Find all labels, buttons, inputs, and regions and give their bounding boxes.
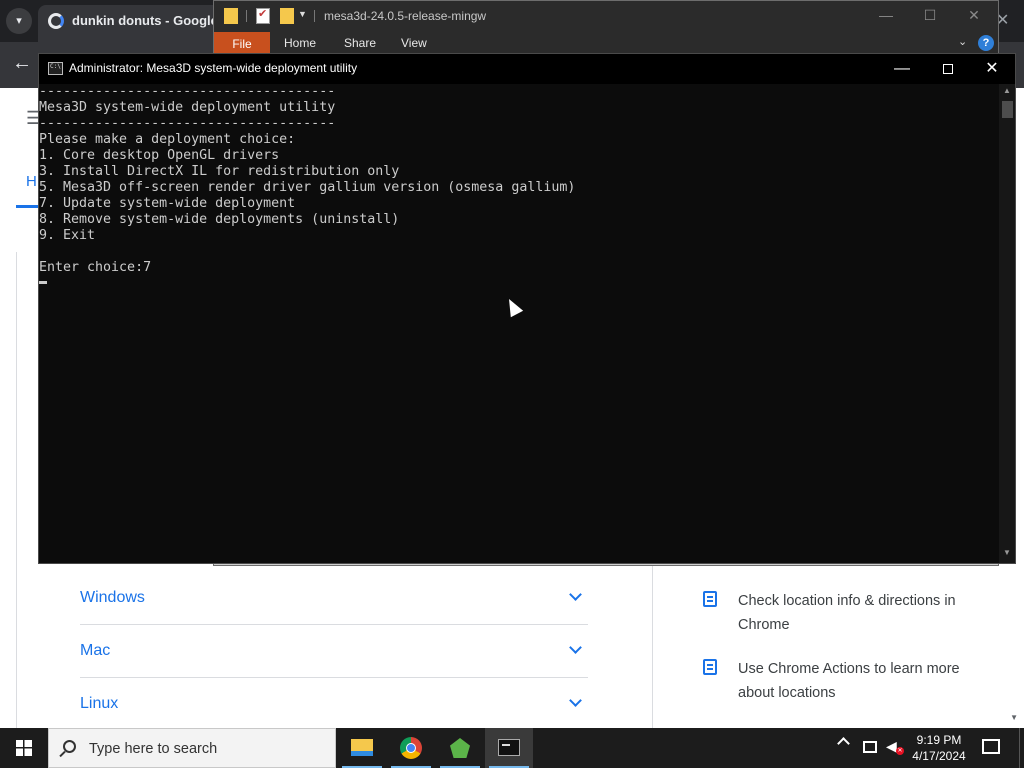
accordion-label: Linux (80, 695, 119, 712)
command-prompt-window: Administrator: Mesa3D system-wide deploy… (38, 53, 1016, 564)
folder-icon (224, 8, 238, 24)
chevron-down-icon (569, 694, 582, 707)
scrollbar-thumb[interactable] (1002, 101, 1013, 118)
chevron-down-icon (569, 641, 582, 654)
ribbon-tab-share[interactable]: Share (344, 36, 376, 50)
console-line: ------------------------------------- (39, 84, 336, 99)
scroll-up-arrow-icon[interactable]: ▲ (999, 86, 1015, 95)
explorer-title-bar: ▼ mesa3d-24.0.5-release-mingw — ☐ ✕ (214, 1, 998, 32)
mesa3d-icon (450, 738, 470, 758)
minimize-button[interactable]: — (890, 58, 914, 80)
chrome-icon (400, 737, 422, 759)
platform-accordion: Windows Mac Linux (80, 572, 588, 731)
divider (314, 10, 315, 22)
related-link-text: Check location info & directions in Chro… (738, 593, 956, 633)
back-arrow-icon[interactable]: ← (12, 52, 32, 75)
console-line: 1. Core desktop OpenGL drivers (39, 148, 280, 163)
page-card-border (16, 252, 17, 728)
related-links-panel: Check location info & directions in Chro… (652, 565, 1024, 728)
related-link-text: Use Chrome Actions to learn more about l… (738, 661, 960, 701)
tab-search-button[interactable]: ▾ (6, 8, 32, 34)
text-cursor (39, 281, 47, 284)
console-line: 7. Update system-wide deployment (39, 196, 296, 211)
console-window-title: Administrator: Mesa3D system-wide deploy… (69, 61, 358, 75)
windows-logo-icon (16, 740, 32, 756)
scroll-down-arrow-icon[interactable]: ▼ (1010, 713, 1018, 722)
console-scrollbar[interactable]: ▲ ▼ (999, 84, 1015, 563)
command-prompt-icon (498, 739, 520, 756)
accordion-item-windows[interactable]: Windows (80, 572, 588, 625)
taskbar-file-explorer[interactable] (338, 728, 386, 768)
console-line: 9. Exit (39, 228, 96, 243)
google-favicon-icon (48, 13, 64, 29)
properties-icon[interactable] (256, 7, 270, 24)
console-line: Enter choice:7 (39, 260, 152, 275)
taskbar-search-box[interactable]: Type here to search (48, 728, 336, 768)
help-icon[interactable]: ? (978, 35, 994, 51)
taskbar-mesa3d[interactable] (436, 728, 484, 768)
accordion-label: Windows (80, 589, 145, 606)
chevron-down-icon (569, 588, 582, 601)
maximize-icon (943, 63, 953, 74)
command-prompt-icon (48, 62, 63, 75)
document-icon (703, 591, 717, 607)
search-placeholder: Type here to search (89, 741, 218, 757)
notification-center-icon[interactable] (982, 739, 1000, 754)
accordion-item-linux[interactable]: Linux (80, 678, 588, 731)
taskbar: Type here to search ◀ ✕ 9:19 PM 4/17/202… (0, 728, 1024, 768)
maximize-button[interactable]: ☐ (920, 7, 940, 24)
new-folder-icon[interactable] (280, 8, 294, 24)
show-hidden-icons-chevron-icon[interactable] (837, 737, 850, 750)
console-line: 8. Remove system-wide deployments (unins… (39, 212, 400, 227)
volume-icon[interactable]: ◀ (886, 738, 897, 755)
document-icon (703, 659, 717, 675)
scroll-down-arrow-icon[interactable]: ▼ (999, 548, 1015, 557)
taskbar-command-prompt[interactable] (485, 728, 533, 768)
clock-time[interactable]: 9:19 PM (908, 732, 970, 748)
volume-muted-badge-icon: ✕ (896, 747, 904, 755)
console-lines: ------------------------------------- Me… (39, 84, 999, 276)
quick-access-dropdown-icon[interactable]: ▼ (298, 9, 307, 19)
console-line: ------------------------------------- (39, 116, 336, 131)
expand-ribbon-icon[interactable]: ⌄ (958, 35, 967, 48)
chrome-tab[interactable]: dunkin donuts - Google Se (38, 5, 237, 42)
ribbon-tab-home[interactable]: Home (284, 36, 316, 50)
close-button[interactable]: ✕ (980, 58, 1004, 80)
ribbon-tab-view[interactable]: View (401, 36, 427, 50)
console-line: Mesa3D system-wide deployment utility (39, 100, 336, 115)
search-icon (63, 740, 76, 753)
clock-date[interactable]: 4/17/2024 (908, 748, 970, 764)
divider (246, 10, 247, 22)
console-title-bar: Administrator: Mesa3D system-wide deploy… (39, 54, 1015, 84)
start-button[interactable] (0, 728, 48, 768)
minimize-button[interactable]: — (876, 7, 896, 23)
file-explorer-icon (351, 739, 373, 756)
console-output[interactable]: ------------------------------------- Me… (39, 84, 999, 563)
console-line: 5. Mesa3D off-screen render driver galli… (39, 180, 576, 195)
maximize-button[interactable] (936, 58, 960, 80)
accordion-item-mac[interactable]: Mac (80, 625, 588, 678)
taskbar-chrome[interactable] (387, 728, 435, 768)
console-line: Please make a deployment choice: (39, 132, 296, 147)
accordion-label: Mac (80, 642, 111, 659)
explorer-window-title: mesa3d-24.0.5-release-mingw (324, 9, 487, 23)
show-desktop-button[interactable] (1019, 728, 1024, 768)
close-button[interactable]: ✕ (964, 7, 984, 24)
page-tab-link[interactable]: H (26, 173, 37, 190)
console-line: 3. Install DirectX IL for redistribution… (39, 164, 400, 179)
network-icon[interactable] (863, 741, 877, 753)
